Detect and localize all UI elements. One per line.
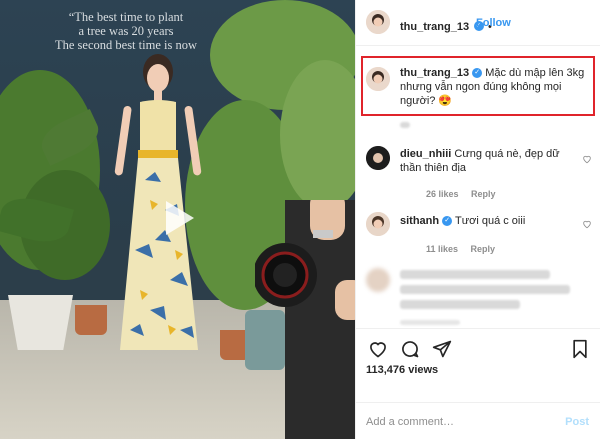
quote-line-1: “The best time to plant — [68, 10, 184, 24]
like-comment-heart-icon[interactable] — [582, 219, 592, 229]
post-comment-button[interactable]: Post — [565, 416, 589, 428]
comment-text: sithanh ✓ Tươi quá c oiii — [400, 214, 570, 228]
blurred-comment-line — [400, 300, 520, 309]
post-header: thu_trang_13 ✓ • Follow — [356, 0, 600, 46]
avatar-image — [366, 212, 390, 236]
reply-button[interactable]: Reply — [471, 189, 496, 199]
view-count[interactable]: 113,476 views — [366, 364, 438, 376]
comment-avatar[interactable] — [366, 146, 390, 170]
follow-button[interactable]: Follow — [476, 17, 511, 29]
comment-avatar[interactable] — [366, 212, 390, 236]
comment-username[interactable]: dieu_nhiii — [400, 148, 451, 160]
like-comment-heart-icon[interactable] — [582, 154, 592, 164]
avatar-image — [366, 10, 390, 34]
verified-badge-icon: ✓ — [472, 68, 483, 79]
clay-pot — [75, 305, 107, 335]
caption: thu_trang_13 ✓ Mặc dù mập lên 3kg nhưng … — [400, 66, 590, 108]
avatar[interactable] — [366, 10, 390, 34]
add-comment-bar: Add a comment… Post — [356, 402, 600, 439]
bookmark-icon[interactable] — [571, 339, 589, 359]
comment-likes[interactable]: 11 likes — [426, 244, 458, 254]
comment-bubble-icon[interactable] — [400, 339, 420, 359]
add-comment-input[interactable]: Add a comment… — [366, 416, 454, 428]
blurred-comment-line — [400, 285, 570, 294]
wall-quote: “The best time to plant a tree was 20 ye… — [46, 10, 206, 52]
comment-item: dieu_nhiii Cưng quá nè, đẹp dữ thần thiê… — [400, 147, 570, 175]
action-bar — [356, 328, 600, 388]
post-video[interactable]: “The best time to plant a tree was 20 ye… — [0, 0, 355, 439]
camera-foreground — [255, 200, 355, 439]
blurred-avatar — [366, 268, 390, 292]
instagram-post: “The best time to plant a tree was 20 ye… — [0, 0, 600, 439]
comment-username[interactable]: sithanh — [400, 215, 439, 227]
comment-text: dieu_nhiii Cưng quá nè, đẹp dữ thần thiê… — [400, 147, 570, 175]
share-paper-plane-icon[interactable] — [432, 339, 452, 359]
header-username[interactable]: thu_trang_13 — [400, 21, 469, 33]
comment-body: Tươi quá c oiii — [455, 215, 526, 227]
avatar-image — [366, 67, 390, 91]
post-detail-panel: thu_trang_13 ✓ • Follow thu_trang_13 ✓ M… — [355, 0, 600, 439]
comment-item: sithanh ✓ Tươi quá c oiii — [400, 214, 570, 228]
avatar-image — [366, 146, 390, 170]
comment-meta: 26 likes Reply — [426, 184, 496, 202]
reply-button[interactable]: Reply — [471, 244, 496, 254]
caption-avatar[interactable] — [366, 67, 390, 91]
caption-username[interactable]: thu_trang_13 — [400, 67, 469, 79]
blurred-meta — [400, 122, 410, 128]
comment-likes[interactable]: 26 likes — [426, 189, 459, 199]
like-heart-icon[interactable] — [368, 339, 388, 359]
quote-line-2: a tree was 20 years — [78, 24, 174, 38]
play-icon[interactable] — [154, 195, 200, 241]
white-pot — [8, 295, 73, 350]
blurred-meta — [400, 320, 460, 325]
caption-text: thu_trang_13 ✓ Mặc dù mập lên 3kg nhưng … — [400, 66, 590, 108]
comment-meta: 11 likes Reply — [426, 239, 495, 257]
blurred-comment-line — [400, 270, 550, 279]
verified-badge-icon: ✓ — [442, 216, 453, 227]
